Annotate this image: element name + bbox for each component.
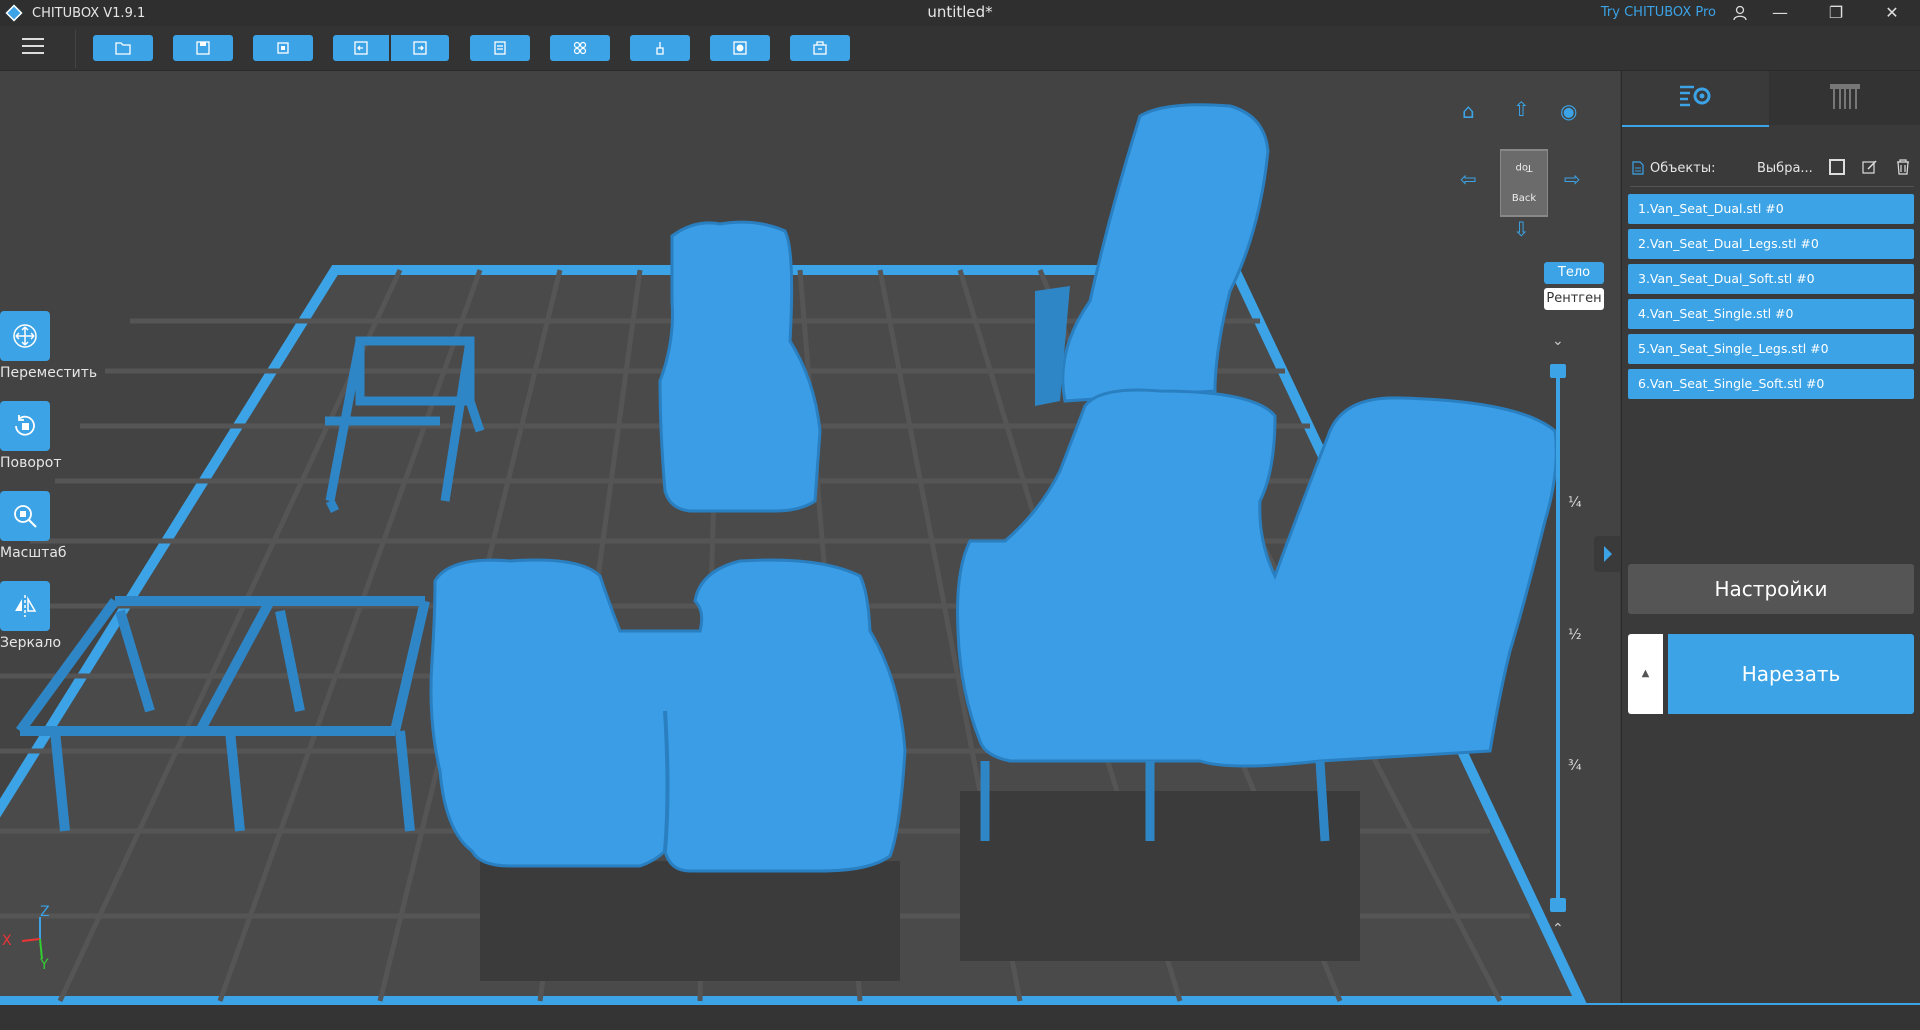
select-label: Выбра...: [1757, 161, 1813, 176]
undo-icon[interactable]: [333, 35, 389, 61]
save-icon[interactable]: [173, 35, 233, 61]
slice-button[interactable]: Нарезать: [1668, 634, 1914, 714]
layer-slider-top-handle[interactable]: [1550, 364, 1566, 378]
axis-z-label: Z: [40, 904, 50, 920]
rotate-tool-label: Поворот: [0, 455, 62, 471]
app-name: CHITUBOX V1.9.1: [32, 5, 146, 21]
rotate-right-icon[interactable]: ⇨: [1564, 167, 1581, 191]
rotate-up-icon[interactable]: ⇧: [1513, 97, 1530, 121]
settings-button[interactable]: Настройки: [1628, 564, 1914, 614]
scale-tool-label: Масштаб: [0, 545, 67, 561]
slice-button-group: ▲ Нарезать: [1628, 634, 1914, 714]
delete-trash-icon[interactable]: [1895, 159, 1911, 179]
solid-mode-button[interactable]: Тело: [1544, 262, 1604, 284]
copy-models-icon[interactable]: [550, 35, 610, 61]
scale-icon[interactable]: [0, 491, 50, 541]
slider-three-quarter-label: ¾: [1568, 758, 1582, 774]
xray-mode-button[interactable]: Рентген: [1544, 288, 1604, 310]
list-item[interactable]: 3.Van_Seat_Dual_Soft.stl #0: [1628, 264, 1914, 294]
view-cube-top-face[interactable]: Top: [1501, 150, 1547, 183]
list-item[interactable]: 1.Van_Seat_Dual.stl #0: [1628, 194, 1914, 224]
objects-file-icon: [1632, 161, 1644, 175]
scale-tool[interactable]: Масштаб: [0, 491, 100, 561]
toolbar-divider: [75, 30, 76, 68]
list-item[interactable]: 2.Van_Seat_Dual_Legs.stl #0: [1628, 229, 1914, 259]
list-item[interactable]: 4.Van_Seat_Single.stl #0: [1628, 299, 1914, 329]
slider-half-label: ½: [1568, 627, 1582, 643]
visibility-eye-icon[interactable]: ◉: [1560, 99, 1577, 123]
view-cube-back-face[interactable]: Back: [1501, 183, 1547, 216]
clipboard-icon[interactable]: [470, 35, 530, 61]
3d-viewport[interactable]: Z X Y ⌂ ⇧ ◉ ⇦ ⇨ ⇩ Top Back Тело Рентген …: [0, 71, 1620, 1003]
build-plate-scene: [0, 103, 1587, 1003]
objects-divider: [1630, 186, 1914, 187]
right-panel: Объекты: Выбра... 1.Van_Seat_Dual.stl #0…: [1621, 71, 1920, 1003]
tab-settings[interactable]: [1622, 71, 1769, 127]
try-pro-link[interactable]: Try CHITUBOX Pro: [1601, 5, 1716, 20]
mirror-tool-label: Зеркало: [0, 635, 62, 651]
list-item[interactable]: 5.Van_Seat_Single_Legs.stl #0: [1628, 334, 1914, 364]
edit-icon[interactable]: [1862, 159, 1878, 179]
auto-layout-icon[interactable]: [253, 35, 313, 61]
objects-list: 1.Van_Seat_Dual.stl #0 2.Van_Seat_Dual_L…: [1628, 194, 1914, 404]
status-bar: [0, 1003, 1920, 1030]
main-toolbar: [0, 26, 1920, 71]
move-tool-label: Переместить: [0, 365, 98, 381]
layer-slider-bottom-handle[interactable]: [1550, 898, 1566, 912]
slice-options-toggle[interactable]: ▲: [1628, 634, 1663, 714]
select-all-checkbox[interactable]: [1829, 159, 1845, 175]
mirror-tool[interactable]: Зеркало: [0, 581, 100, 651]
rotate-down-icon[interactable]: ⇩: [1513, 217, 1530, 241]
rotate-icon[interactable]: [0, 401, 50, 451]
close-button[interactable]: ✕: [1872, 0, 1912, 26]
axis-y-label: Y: [40, 957, 49, 973]
objects-label: Объекты:: [1650, 161, 1716, 176]
redo-icon[interactable]: [391, 35, 449, 61]
slider-expand-icon[interactable]: ⌃: [1552, 921, 1564, 937]
hamburger-menu-icon[interactable]: [22, 38, 44, 56]
view-cube[interactable]: Top Back: [1500, 149, 1548, 217]
supports-icon: [1828, 81, 1862, 115]
open-file-icon[interactable]: [93, 35, 153, 61]
support-icon[interactable]: [630, 35, 690, 61]
slider-quarter-label: ¼: [1568, 495, 1582, 511]
package-icon[interactable]: [790, 35, 850, 61]
home-view-icon[interactable]: ⌂: [1462, 99, 1475, 123]
layer-slider-track[interactable]: [1556, 371, 1560, 904]
move-icon[interactable]: [0, 311, 50, 361]
rotate-tool[interactable]: Поворот: [0, 401, 100, 471]
settings-gear-icon: [1678, 82, 1714, 114]
mirror-icon[interactable]: [0, 581, 50, 631]
chitubox-logo-icon: [5, 4, 23, 22]
rotate-left-icon[interactable]: ⇦: [1460, 167, 1477, 191]
list-item[interactable]: 6.Van_Seat_Single_Soft.stl #0: [1628, 369, 1914, 399]
slider-collapse-icon[interactable]: ⌄: [1552, 333, 1564, 349]
account-icon[interactable]: [1720, 0, 1760, 26]
tab-supports[interactable]: [1769, 71, 1920, 125]
objects-header: Объекты: Выбра...: [1630, 159, 1914, 181]
minimize-button[interactable]: —: [1760, 0, 1800, 26]
restore-button[interactable]: ❐: [1816, 0, 1856, 26]
axis-x-label: X: [2, 933, 12, 949]
move-tool[interactable]: Переместить: [0, 311, 100, 381]
panel-toggle-button[interactable]: [1594, 536, 1620, 572]
hollow-icon[interactable]: [710, 35, 770, 61]
